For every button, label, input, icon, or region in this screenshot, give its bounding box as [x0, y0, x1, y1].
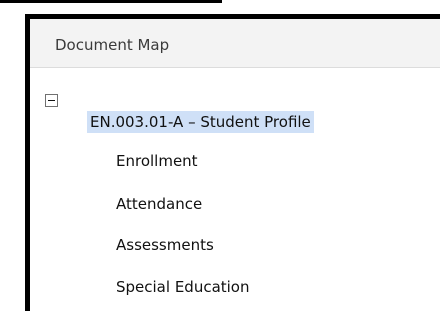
tree-root-item[interactable]: EN.003.01-A – Student Profile: [87, 111, 314, 133]
top-frame: [0, 0, 440, 14]
tree-item-attendance[interactable]: Attendance: [116, 194, 202, 214]
panel-title: Document Map: [55, 36, 170, 54]
panel-header: Document Map: [30, 19, 440, 68]
tree-item-enrollment[interactable]: Enrollment: [116, 151, 198, 171]
tree-item-special-education[interactable]: Special Education: [116, 277, 250, 297]
top-frame-border: [0, 0, 222, 3]
document-map-tree: EN.003.01-A – Student Profile Enrollment…: [30, 69, 440, 311]
collapse-minus-icon[interactable]: [45, 94, 58, 107]
tree-item-assessments[interactable]: Assessments: [116, 235, 214, 255]
document-map-panel: Document Map EN.003.01-A – Student Profi…: [25, 14, 440, 311]
